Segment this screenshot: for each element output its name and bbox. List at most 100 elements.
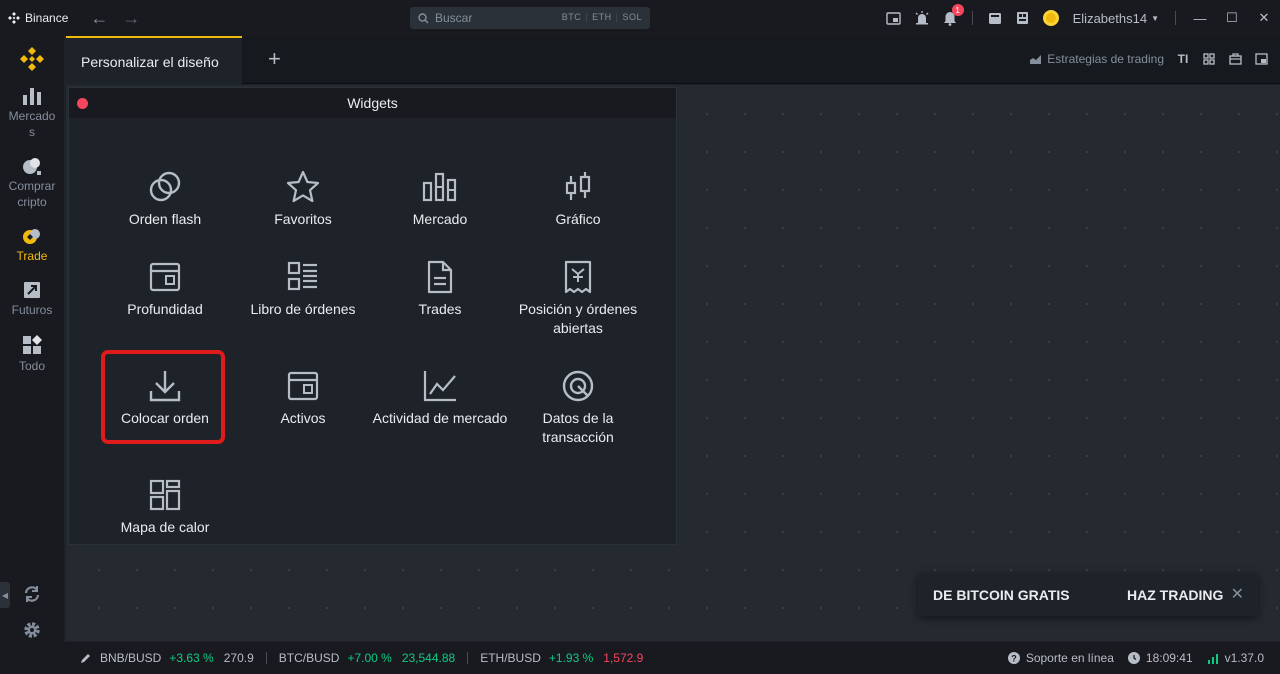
flash-order-icon [149,171,181,202]
settings-gear-icon[interactable] [22,620,42,640]
ticker-change: +3.63 % [169,651,214,665]
search-icon [418,12,429,23]
notification-bell-icon[interactable]: 1 [942,4,964,26]
collapse-sidebar-handle[interactable]: ◀ [0,582,10,608]
layout-tab-bar: Personalizar el diseño + Estrategias de … [66,36,1280,84]
widget-label: Actividad de mercado [372,410,508,426]
connection-status: v1.37.0 [1207,651,1264,665]
widget-market-activity[interactable]: Actividad de mercado [371,369,509,428]
widget-label: Gráfico [555,211,601,227]
ticker-price: 1,572.9 [603,651,644,665]
target-icon [562,370,594,402]
search-chip[interactable]: BTC [562,12,582,22]
binance-logo-icon[interactable] [19,46,45,72]
ticker-price: 270.9 [223,651,254,665]
clock: 18:09:41 [1127,651,1193,665]
widget-heatmap[interactable]: Mapa de calor [96,478,234,537]
ticker-change: +1.93 % [548,651,594,665]
strategy-chart-icon [1030,55,1042,64]
widget-flash-order[interactable]: Orden flash [96,170,234,229]
alarm-icon[interactable] [914,10,930,26]
tab-toolbar: Estrategias de trading TI [1029,52,1268,66]
trading-strategies-link[interactable]: Estrategias de trading [1047,52,1164,66]
widget-label: Libro de órdenes [250,301,356,317]
username: Elizabeths14 [1072,10,1148,26]
star-icon [286,170,320,203]
widget-trades[interactable]: Trades [371,260,509,319]
search-placeholder: Buscar [435,11,473,25]
tab-custom-layout[interactable]: Personalizar el diseño [66,36,242,84]
widget-label: Orden flash [128,211,202,227]
document-icon [427,260,453,294]
layout-icon[interactable] [886,10,902,26]
close-panel-button[interactable] [77,98,88,109]
window-layout-icon[interactable] [1254,52,1268,66]
help-icon: ? [1007,652,1020,664]
widget-chart[interactable]: Gráfico [509,170,647,229]
search-chip[interactable]: SOL [622,12,642,22]
widget-label: Profundidad [127,301,203,317]
online-support-link[interactable]: ? Soporte en línea [1007,651,1114,665]
sidebar-item-buy-crypto[interactable]: Comprar cripto [0,156,64,210]
ti-button[interactable]: TI [1176,52,1190,66]
grid-icon [23,335,42,354]
ticker-item[interactable]: BNB/BUSD +3.63 % 270.9 [100,651,254,665]
promo-banner[interactable]: DE BITCOIN GRATIS HAZ TRADING ✕ [918,574,1258,616]
close-window-button[interactable]: ✕ [1248,10,1280,26]
widget-positions-open-orders[interactable]: Posición y órdenes abiertas [509,260,647,338]
version-label: v1.37.0 [1224,651,1264,665]
divider [971,11,973,25]
maximize-button[interactable]: ☐ [1216,10,1248,26]
back-arrow-icon[interactable]: ← [90,9,108,27]
ticker-pair: BTC/BUSD [278,651,340,665]
status-bar: BNB/BUSD +3.63 % 270.9 BTC/BUSD +7.00 % … [0,642,1280,674]
briefcase-icon[interactable] [1228,52,1242,66]
widget-place-order[interactable]: Colocar orden [96,369,234,428]
minimize-button[interactable]: — [1184,11,1216,26]
sidebar-item-futures[interactable]: Futuros [0,280,64,318]
ticker-price: 23,544.88 [401,651,456,665]
forward-arrow-icon[interactable]: → [122,9,140,27]
divider [265,652,267,664]
ticker-item[interactable]: BTC/BUSD +7.00 % 23,544.88 [279,651,455,665]
edit-pencil-icon[interactable] [80,652,92,664]
widget-favorites[interactable]: Favoritos [234,170,372,229]
refresh-icon[interactable] [22,584,42,604]
wallet-icon[interactable] [987,10,1003,26]
sidebar-item-trade[interactable]: Trade [0,226,64,264]
divider [467,652,469,664]
support-label: Soporte en línea [1025,651,1114,665]
widget-label: Trades [418,301,462,317]
widget-market[interactable]: Mercado [371,170,509,229]
depth-icon [149,262,181,292]
search-chips: BTC | ETH | SOL [561,12,642,22]
orders-icon[interactable] [1015,10,1031,26]
widget-depth[interactable]: Profundidad [96,260,234,319]
promo-text-left: DE BITCOIN GRATIS [933,587,1070,603]
search-chip[interactable]: ETH [592,12,612,22]
user-menu[interactable]: Elizabeths14 ▼ [1042,10,1159,26]
search-input[interactable]: Buscar BTC | ETH | SOL [410,7,650,29]
sidebar-item-markets[interactable]: Mercado s [0,86,64,140]
sidebar-item-label: Comprar cripto [8,179,56,209]
svg-text:?: ? [1011,654,1017,664]
clock-time: 18:09:41 [1145,651,1193,665]
widget-transaction-data[interactable]: Datos de la transacción [509,369,647,447]
sidebar-item-all[interactable]: Todo [0,334,64,374]
signal-icon [1207,653,1218,664]
ticker-item[interactable]: ETH/BUSD +1.93 % 1,572.9 [480,651,643,665]
widget-label: Mercado [412,211,468,227]
heatmap-icon [149,479,181,511]
add-tab-plus-icon[interactable]: + [268,48,281,70]
grid-layout-icon[interactable] [1202,52,1216,66]
notification-badge: 1 [951,4,964,16]
widget-assets[interactable]: Activos [234,369,372,428]
widgets-panel-header: Widgets [69,88,676,118]
sidebar-item-label: Trade [16,249,48,263]
widget-label: Datos de la transacción [542,410,614,445]
close-icon[interactable]: ✕ [1231,584,1244,604]
widget-order-book[interactable]: Libro de órdenes [234,260,372,319]
promo-cta[interactable]: HAZ TRADING [1127,587,1223,603]
bar-chart-icon [23,88,41,105]
divider [1175,11,1176,25]
